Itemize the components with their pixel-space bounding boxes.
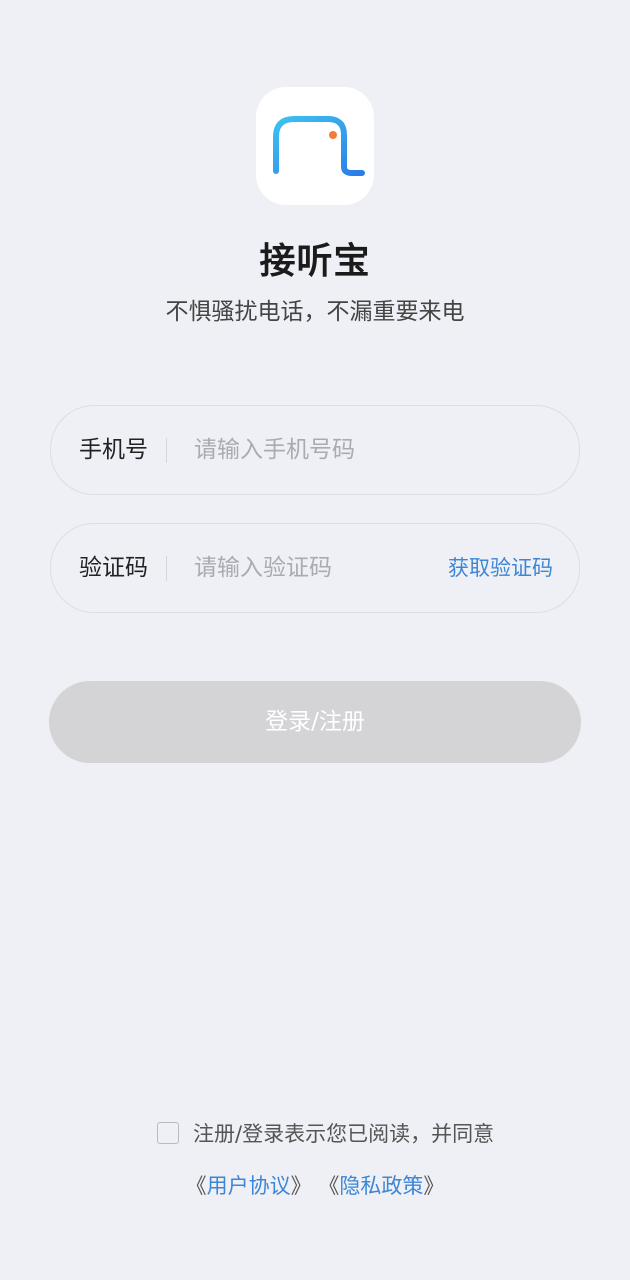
login-page: 接听宝 不惧骚扰电话，不漏重要来电 手机号 验证码 获取验证码 登录/注册 注册… xyxy=(0,0,630,1280)
field-divider xyxy=(166,438,167,463)
close-quote: 》 xyxy=(290,1174,312,1198)
field-divider xyxy=(166,556,167,581)
phone-input[interactable] xyxy=(194,406,434,494)
get-code-button[interactable]: 获取验证码 xyxy=(448,524,553,612)
app-slogan: 不惧骚扰电话，不漏重要来电 xyxy=(165,299,465,325)
user-agreement-link[interactable]: 用户协议 xyxy=(207,1174,291,1198)
agreement-row: 注册/登录表示您已阅读，并同意 xyxy=(157,1118,494,1148)
open-quote: 《 xyxy=(185,1174,207,1198)
phone-field[interactable]: 手机号 xyxy=(50,405,580,495)
app-title: 接听宝 xyxy=(259,241,371,282)
phone-label: 手机号 xyxy=(79,437,148,463)
code-input[interactable] xyxy=(194,524,434,612)
code-field[interactable]: 验证码 获取验证码 xyxy=(50,523,580,613)
agreement-text: 注册/登录表示您已阅读，并同意 xyxy=(193,1122,495,1146)
agreement-links: 《用户协议》 《隐私政策》 xyxy=(0,1170,630,1200)
login-register-button[interactable]: 登录/注册 xyxy=(49,681,581,763)
open-quote: 《 xyxy=(318,1174,340,1198)
logo-mark xyxy=(273,116,365,176)
code-label: 验证码 xyxy=(79,555,148,581)
app-logo-icon xyxy=(256,87,374,205)
checkbox-icon[interactable] xyxy=(157,1122,179,1144)
close-quote: 》 xyxy=(423,1174,445,1198)
privacy-policy-link[interactable]: 隐私政策 xyxy=(339,1174,423,1198)
